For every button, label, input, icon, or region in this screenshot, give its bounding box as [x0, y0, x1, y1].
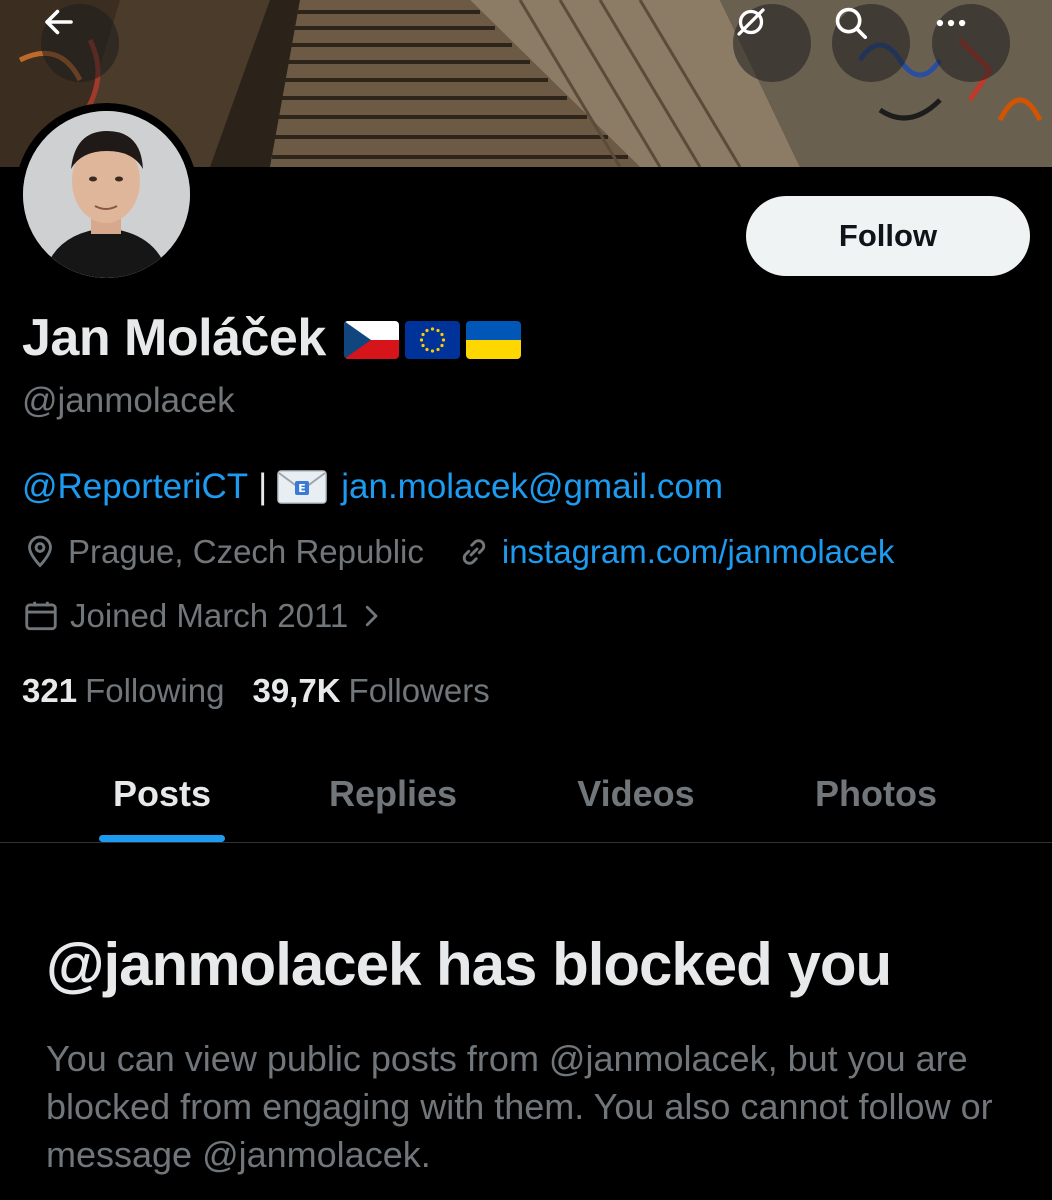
tab-photos[interactable]: Photos: [776, 745, 976, 843]
profile-stats: 321 Following 39,7K Followers: [22, 672, 490, 710]
ukraine-flag-icon: [465, 321, 521, 359]
avatar-photo: [23, 111, 190, 278]
eu-flag-icon: [404, 321, 460, 359]
arrow-left-icon: [45, 9, 73, 35]
hide-profile-button[interactable]: [733, 4, 811, 82]
location-pin-icon: [28, 535, 52, 568]
chevron-right-icon: [366, 605, 378, 627]
joined-text: Joined March 2011: [70, 597, 349, 634]
followers-label: Followers: [348, 672, 490, 709]
svg-text:E: E: [298, 482, 306, 495]
active-tab-indicator: [99, 835, 225, 842]
profile-bio: @ReporteriCT | E jan.molacek@gmail.com: [22, 467, 723, 507]
bio-separator: |: [258, 467, 268, 506]
tab-replies[interactable]: Replies: [293, 745, 493, 843]
envelope-icon: E: [277, 470, 327, 504]
search-icon: [835, 7, 868, 40]
followers-stat[interactable]: 39,7K Followers: [252, 672, 489, 710]
profile-handle: @janmolacek: [22, 381, 235, 420]
follow-button[interactable]: Follow: [746, 196, 1030, 276]
tab-videos[interactable]: Videos: [536, 745, 736, 843]
more-dots-icon: [936, 19, 966, 27]
profile-tabs: Posts Replies Videos Photos: [0, 745, 1052, 843]
calendar-icon: [25, 601, 57, 631]
blocked-title: @janmolacek has blocked you: [46, 931, 892, 998]
profile-name-row: Jan Moláček: [22, 308, 521, 368]
more-options-button[interactable]: [932, 4, 1010, 82]
following-stat[interactable]: 321 Following: [22, 672, 224, 710]
profile-meta-joined[interactable]: Joined March 2011: [22, 597, 396, 635]
bio-email-link[interactable]: jan.molacek@gmail.com: [341, 467, 723, 507]
blocked-message: You can view public posts from @janmolac…: [46, 1038, 993, 1175]
location-text: Prague, Czech Republic: [68, 533, 424, 570]
czech-flag-icon: [343, 321, 399, 359]
bio-mention-link[interactable]: @ReporteriCT: [22, 467, 248, 507]
avatar[interactable]: [15, 103, 198, 286]
back-button[interactable]: [41, 4, 119, 82]
followers-count: 39,7K: [252, 672, 341, 709]
website-link[interactable]: instagram.com/janmolacek: [502, 533, 895, 571]
tab-posts[interactable]: Posts: [62, 745, 262, 843]
flag-emojis: [343, 321, 521, 359]
following-label: Following: [85, 672, 225, 709]
following-count: 321: [22, 672, 78, 709]
display-name: Jan Moláček: [22, 309, 326, 367]
eye-slash-icon: [737, 8, 765, 36]
search-button[interactable]: [832, 4, 910, 82]
profile-meta-location: Prague, Czech Republic instagram.com/jan…: [22, 533, 894, 571]
link-icon: [462, 539, 486, 565]
